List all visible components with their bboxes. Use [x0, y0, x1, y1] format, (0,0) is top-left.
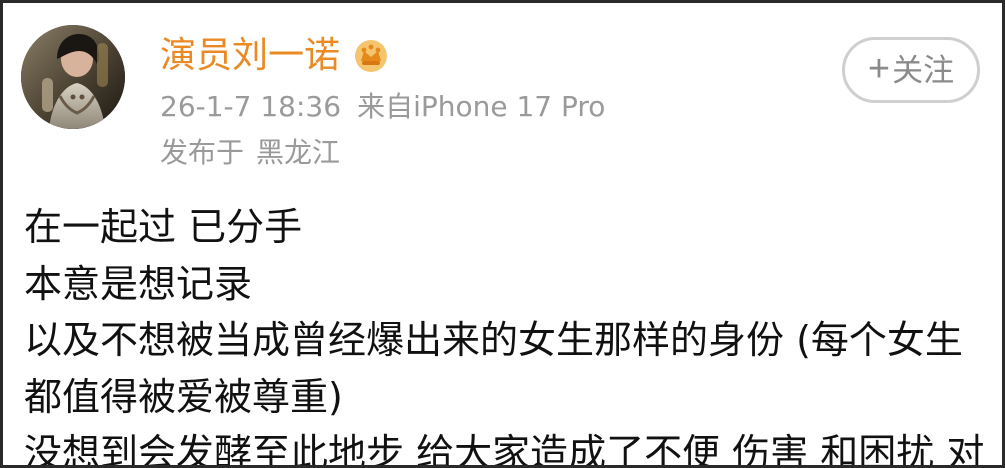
avatar-photo-icon [21, 25, 125, 129]
post-meta: 26-1-7 18:36 来自iPhone 17 Pro [160, 90, 605, 124]
post-line: 以及不想被当成曾经爆出来的女生那样的身份 (每个女生 [24, 318, 963, 362]
post-datetime: 26-1-7 18:36 [160, 90, 342, 123]
follow-button[interactable]: + 关注 [842, 37, 980, 103]
post-line: 都值得被爱被尊重) [24, 374, 343, 419]
follow-label: 关注 [892, 52, 955, 88]
post-line: 在一起过 已分手 [24, 205, 303, 249]
plus-icon: + [867, 48, 891, 90]
username[interactable]: 演员刘一诺 [160, 35, 340, 77]
avatar[interactable] [21, 25, 125, 129]
location-name: 黑龙江 [256, 136, 341, 169]
location-prefix: 发布于 [160, 136, 245, 169]
location-line: 发布于 黑龙江 [160, 136, 340, 170]
post-line: 没想到会发酵至此地步 给大家造成了不便 伤害 和困扰 对 [24, 431, 984, 468]
crown-icon [352, 37, 390, 75]
post-source: 来自iPhone 17 Pro [357, 90, 606, 123]
weibo-post-card: 演员刘一诺 + 关注 26-1-7 18:36 来自iPhone 17 Pro … [0, 0, 1005, 468]
post-content: 在一起过 已分手 本意是想记录 以及不想被当成曾经爆出来的女生那样的身份 (每个… [24, 199, 984, 468]
post-line: 本意是想记录 [24, 261, 253, 306]
author-row: 演员刘一诺 [160, 35, 390, 77]
